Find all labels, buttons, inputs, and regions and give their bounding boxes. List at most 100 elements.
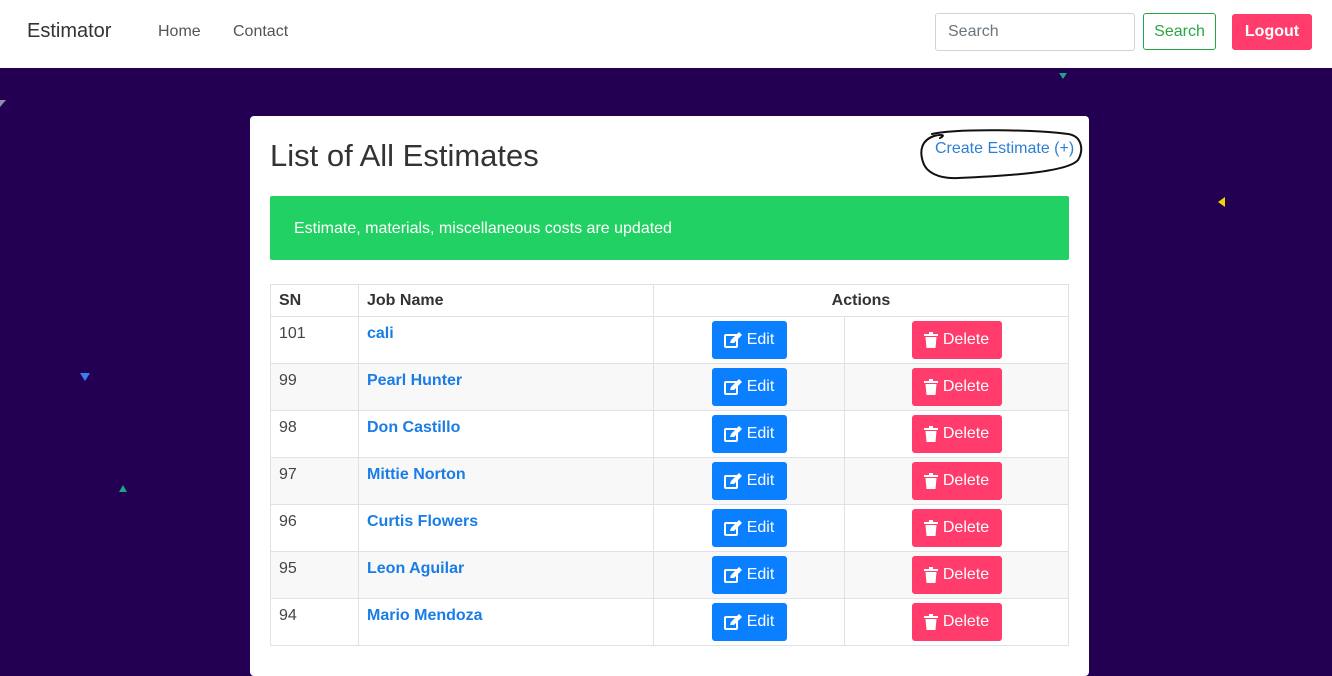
edit-label: Edit: [746, 331, 775, 348]
sn-cell: 94: [270, 598, 359, 646]
delete-button[interactable]: Delete: [911, 415, 1002, 453]
job-name-cell: Mittie Norton: [358, 457, 654, 505]
table-row: 96 Curtis Flowers Edit Delete: [270, 504, 1069, 552]
edit-cell: Edit: [653, 504, 845, 552]
trash-icon: [923, 614, 938, 630]
table-row: 101 cali Edit Delete: [270, 316, 1069, 364]
edit-icon: [723, 379, 742, 395]
decorative-triangle: [0, 100, 6, 107]
trash-icon: [923, 567, 938, 583]
table-row: 99 Pearl Hunter Edit Delete: [270, 363, 1069, 411]
delete-label: Delete: [942, 519, 990, 536]
edit-cell: Edit: [653, 363, 845, 411]
delete-label: Delete: [942, 613, 990, 630]
sn-cell: 95: [270, 551, 359, 599]
edit-label: Edit: [746, 566, 775, 583]
delete-button[interactable]: Delete: [911, 321, 1002, 359]
estimates-card: List of All Estimates Create Estimate (+…: [250, 116, 1089, 676]
job-name-link[interactable]: Curtis Flowers: [367, 513, 478, 530]
edit-cell: Edit: [653, 410, 845, 458]
top-navbar: Estimator Home Contact Search Logout: [0, 0, 1332, 68]
sn-cell: 101: [270, 316, 359, 364]
job-name-link[interactable]: cali: [367, 325, 394, 342]
edit-button[interactable]: Edit: [711, 321, 787, 359]
delete-label: Delete: [942, 566, 990, 583]
delete-button[interactable]: Delete: [911, 368, 1002, 406]
decorative-triangle: [119, 485, 127, 492]
sn-cell: 96: [270, 504, 359, 552]
job-name-cell: Don Castillo: [358, 410, 654, 458]
decorative-triangle: [80, 373, 90, 381]
edit-icon: [723, 614, 742, 630]
table-body: 101 cali Edit Delete 99 Pearl Hunter Edit Delet…: [270, 316, 1069, 646]
delete-cell: Delete: [844, 410, 1069, 458]
delete-label: Delete: [942, 472, 990, 489]
job-name-link[interactable]: Don Castillo: [367, 419, 460, 436]
edit-icon: [723, 567, 742, 583]
edit-cell: Edit: [653, 598, 845, 646]
decorative-triangle: [1218, 197, 1225, 207]
delete-cell: Delete: [844, 316, 1069, 364]
table-header-row: SN Job Name Actions: [270, 284, 1069, 317]
edit-icon: [723, 332, 742, 348]
sn-cell: 99: [270, 363, 359, 411]
column-header-sn: SN: [270, 284, 359, 317]
edit-label: Edit: [746, 472, 775, 489]
delete-button[interactable]: Delete: [911, 556, 1002, 594]
edit-label: Edit: [746, 613, 775, 630]
edit-cell: Edit: [653, 551, 845, 599]
trash-icon: [923, 473, 938, 489]
edit-button[interactable]: Edit: [711, 603, 787, 641]
search-input[interactable]: [935, 13, 1135, 51]
delete-button[interactable]: Delete: [911, 462, 1002, 500]
job-name-link[interactable]: Leon Aguilar: [367, 560, 464, 577]
table-row: 94 Mario Mendoza Edit Delete: [270, 598, 1069, 646]
table-row: 95 Leon Aguilar Edit Delete: [270, 551, 1069, 599]
decorative-triangle: [1059, 73, 1067, 79]
nav-link-contact[interactable]: Contact: [233, 23, 288, 41]
edit-button[interactable]: Edit: [711, 368, 787, 406]
estimates-table: SN Job Name Actions 101 cali Edit Delete 99 P…: [270, 284, 1069, 646]
edit-button[interactable]: Edit: [711, 556, 787, 594]
trash-icon: [923, 332, 938, 348]
edit-icon: [723, 426, 742, 442]
delete-label: Delete: [942, 425, 990, 442]
search-button[interactable]: Search: [1143, 13, 1216, 50]
sn-cell: 98: [270, 410, 359, 458]
trash-icon: [923, 520, 938, 536]
delete-label: Delete: [942, 331, 990, 348]
success-alert: Estimate, materials, miscellaneous costs…: [270, 196, 1069, 260]
job-name-link[interactable]: Pearl Hunter: [367, 372, 462, 389]
job-name-cell: cali: [358, 316, 654, 364]
delete-button[interactable]: Delete: [911, 509, 1002, 547]
edit-button[interactable]: Edit: [711, 415, 787, 453]
edit-button[interactable]: Edit: [711, 462, 787, 500]
edit-icon: [723, 520, 742, 536]
delete-label: Delete: [942, 378, 990, 395]
job-name-link[interactable]: Mittie Norton: [367, 466, 466, 483]
page-title: List of All Estimates: [270, 138, 539, 173]
delete-cell: Delete: [844, 598, 1069, 646]
edit-cell: Edit: [653, 457, 845, 505]
brand-link[interactable]: Estimator: [27, 20, 111, 43]
trash-icon: [923, 379, 938, 395]
delete-button[interactable]: Delete: [911, 603, 1002, 641]
edit-icon: [723, 473, 742, 489]
delete-cell: Delete: [844, 551, 1069, 599]
edit-label: Edit: [746, 425, 775, 442]
job-name-link[interactable]: Mario Mendoza: [367, 607, 483, 624]
column-header-actions: Actions: [653, 284, 1069, 317]
delete-cell: Delete: [844, 457, 1069, 505]
job-name-cell: Leon Aguilar: [358, 551, 654, 599]
job-name-cell: Curtis Flowers: [358, 504, 654, 552]
table-row: 97 Mittie Norton Edit Delete: [270, 457, 1069, 505]
sn-cell: 97: [270, 457, 359, 505]
logout-button[interactable]: Logout: [1232, 14, 1312, 50]
create-estimate-link[interactable]: Create Estimate (+): [935, 140, 1074, 158]
edit-label: Edit: [746, 378, 775, 395]
nav-link-home[interactable]: Home: [158, 23, 201, 41]
delete-cell: Delete: [844, 504, 1069, 552]
edit-label: Edit: [746, 519, 775, 536]
trash-icon: [923, 426, 938, 442]
edit-button[interactable]: Edit: [711, 509, 787, 547]
